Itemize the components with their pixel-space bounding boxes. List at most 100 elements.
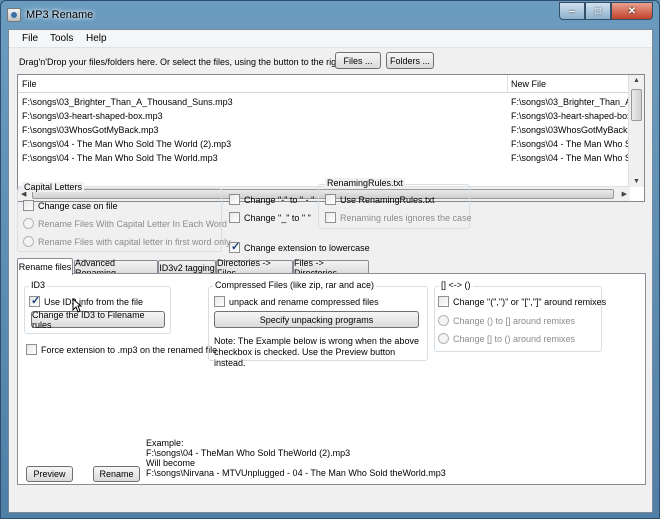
force-extension-label: Force extension to .mp3 on the renamed f… xyxy=(41,344,218,355)
table-row[interactable]: F:\songs\03_Brighter_Than_A_Thousand_Sun… xyxy=(18,95,630,109)
first-word-radio[interactable]: Rename Files with capital letter in firs… xyxy=(23,236,231,247)
scroll-down-icon[interactable]: ▼ xyxy=(633,178,640,185)
use-renaming-rules-label: Use RenamingRules.txt xyxy=(340,194,435,205)
unpack-label: unpack and rename compressed files xyxy=(229,296,379,307)
table-row[interactable]: F:\songs\04 - The Man Who Sold The World… xyxy=(18,137,630,151)
file-cell: F:\songs\03WhosGotMyBack.mp3 xyxy=(22,125,159,135)
menu-help[interactable]: Help xyxy=(86,33,107,44)
checkbox-box[interactable] xyxy=(325,194,336,205)
ignore-case-checkbox[interactable]: Renaming rules ignores the case xyxy=(325,212,472,223)
paren-to-bracket-radio[interactable]: Change () to [] around remixes xyxy=(438,315,575,326)
files-button[interactable]: Files ... xyxy=(335,52,381,69)
vertical-scroll-thumb[interactable] xyxy=(631,89,642,121)
force-extension-checkbox[interactable]: Force extension to .mp3 on the renamed f… xyxy=(26,344,217,355)
checkbox-box[interactable] xyxy=(214,296,225,307)
client-area: File Tools Help Drag'n'Drop your files/f… xyxy=(8,29,653,513)
each-word-radio[interactable]: Rename Files With Capital Letter In Each… xyxy=(23,218,227,229)
id3-title: ID3 xyxy=(29,280,48,290)
new-file-cell: F:\songs\04 - The Man Who Sold T xyxy=(511,139,630,149)
radio-circle[interactable] xyxy=(438,333,449,344)
change-case-label: Change case on file xyxy=(38,200,118,211)
scroll-up-icon[interactable]: ▲ xyxy=(633,77,640,84)
checkbox-box[interactable] xyxy=(29,294,40,307)
table-row[interactable]: F:\songs\04 - The Man Who Sold The World… xyxy=(18,151,630,165)
mouse-cursor-icon xyxy=(72,298,82,313)
menu-tools[interactable]: Tools xyxy=(50,33,73,44)
compressed-files-title: Compressed Files (like zip, rar and ace) xyxy=(213,280,377,290)
file-cell: F:\songs\03_Brighter_Than_A_Thousand_Sun… xyxy=(22,97,233,107)
file-list-header: File New File xyxy=(18,75,630,93)
extension-lowercase-label: Change extension to lowercase xyxy=(244,242,370,253)
example-text: Example: F:\songs\04 - TheMan Who Sold T… xyxy=(146,438,446,478)
checkbox-box[interactable] xyxy=(229,194,240,205)
tab-files-directories[interactable]: Files -> Directories xyxy=(293,258,369,278)
compressed-note: Note: The Example below is wrong when th… xyxy=(214,336,419,368)
bracket-to-paren-label: Change [] to () around remixes xyxy=(453,333,576,344)
tab-advanced-renaming[interactable]: Advanced Renaming xyxy=(74,258,158,278)
example-before: F:\songs\04 - TheMan Who Sold TheWorld (… xyxy=(146,448,351,458)
column-new-file[interactable]: New File xyxy=(511,79,546,89)
dash-to-space-checkbox[interactable]: Change "-" to " - " xyxy=(229,194,314,205)
radio-circle[interactable] xyxy=(23,236,34,247)
capital-letters-title: Capital Letters xyxy=(22,182,85,192)
checkbox-box[interactable] xyxy=(26,344,37,355)
minimize-button[interactable]: – xyxy=(559,2,585,20)
checkbox-box[interactable] xyxy=(23,200,34,211)
scroll-right-icon[interactable]: ▶ xyxy=(622,190,627,198)
vertical-scrollbar[interactable]: ▲ ▼ xyxy=(628,75,644,187)
dash-to-space-label: Change "-" to " - " xyxy=(244,194,315,205)
table-row[interactable]: F:\songs\03-heart-shaped-box.mp3 F:\song… xyxy=(18,109,630,123)
title-bar[interactable]: MP3 Rename – □ ✕ xyxy=(1,1,659,29)
use-id3-label: Use ID3 info from the file xyxy=(44,296,144,307)
change-case-checkbox[interactable]: Change case on file xyxy=(23,200,118,211)
new-file-cell: F:\songs\03-heart-shaped-box.mp3 xyxy=(511,111,630,121)
specify-unpacking-button[interactable]: Specify unpacking programs xyxy=(214,311,419,328)
use-renaming-rules-checkbox[interactable]: Use RenamingRules.txt xyxy=(325,194,435,205)
file-cell: F:\songs\03-heart-shaped-box.mp3 xyxy=(22,111,163,121)
table-row[interactable]: F:\songs\03WhosGotMyBack.mp3 F:\songs\03… xyxy=(18,123,630,137)
first-word-label: Rename Files with capital letter in firs… xyxy=(38,236,231,247)
renaming-rules-title: RenamingRules.txt xyxy=(325,178,406,188)
app-window: MP3 Rename – □ ✕ File Tools Help Drag'n'… xyxy=(0,0,660,519)
maximize-button[interactable]: □ xyxy=(585,2,611,20)
checkbox-box[interactable] xyxy=(229,240,240,253)
tab-directories-files[interactable]: Directories -> Files xyxy=(216,258,293,278)
extension-lowercase-checkbox[interactable]: Change extension to lowercase xyxy=(229,240,370,253)
change-brackets-checkbox[interactable]: Change "(",")" or "[","]" around remixes xyxy=(438,296,606,307)
new-file-cell: F:\songs\03_Brighter_Than_A_Th xyxy=(511,97,630,107)
radio-circle[interactable] xyxy=(438,315,449,326)
underscore-to-space-checkbox[interactable]: Change "_" to " " xyxy=(229,212,311,223)
ignore-case-label: Renaming rules ignores the case xyxy=(340,212,472,223)
brackets-title: [] <-> () xyxy=(439,280,473,290)
file-cell: F:\songs\04 - The Man Who Sold The World… xyxy=(22,153,218,163)
drop-instruction: Drag'n'Drop your files/folders here. Or … xyxy=(19,57,344,67)
new-file-cell: F:\songs\03WhosGotMyBack.mp3 xyxy=(511,125,630,135)
checkbox-box[interactable] xyxy=(438,296,449,307)
menu-file[interactable]: File xyxy=(22,33,38,44)
column-file[interactable]: File xyxy=(22,79,37,89)
use-id3-checkbox[interactable]: Use ID3 info from the file xyxy=(29,294,144,307)
folders-button[interactable]: Folders ... xyxy=(386,52,434,69)
close-button[interactable]: ✕ xyxy=(611,2,653,20)
bracket-to-paren-radio[interactable]: Change [] to () around remixes xyxy=(438,333,575,344)
example-will-become: Will become xyxy=(146,458,196,468)
unpack-checkbox[interactable]: unpack and rename compressed files xyxy=(214,296,379,307)
tab-id3v2-tagging[interactable]: ID3v2 tagging xyxy=(158,260,216,274)
menu-bar: File Tools Help xyxy=(9,30,652,48)
file-cell: F:\songs\04 - The Man Who Sold The World… xyxy=(22,139,232,149)
example-label: Example: xyxy=(146,438,184,448)
example-after: F:\songs\Nirvana - MTVUnplugged - 04 - T… xyxy=(146,468,446,478)
new-file-cell: F:\songs\04 - The Man Who Sold T xyxy=(511,153,630,163)
app-icon xyxy=(7,8,21,22)
checkbox-box[interactable] xyxy=(325,212,336,223)
underscore-to-space-label: Change "_" to " " xyxy=(244,212,311,223)
checkbox-box[interactable] xyxy=(229,212,240,223)
rename-button[interactable]: Rename xyxy=(93,466,140,482)
change-brackets-label: Change "(",")" or "[","]" around remixes xyxy=(453,296,607,307)
id3-rules-button[interactable]: Change the ID3 to Filename rules xyxy=(31,310,165,330)
window-title: MP3 Rename xyxy=(26,9,94,21)
tab-rename-files[interactable]: Rename files xyxy=(17,258,73,275)
paren-to-bracket-label: Change () to [] around remixes xyxy=(453,315,576,326)
preview-button[interactable]: Preview xyxy=(26,466,73,482)
radio-circle[interactable] xyxy=(23,218,34,229)
